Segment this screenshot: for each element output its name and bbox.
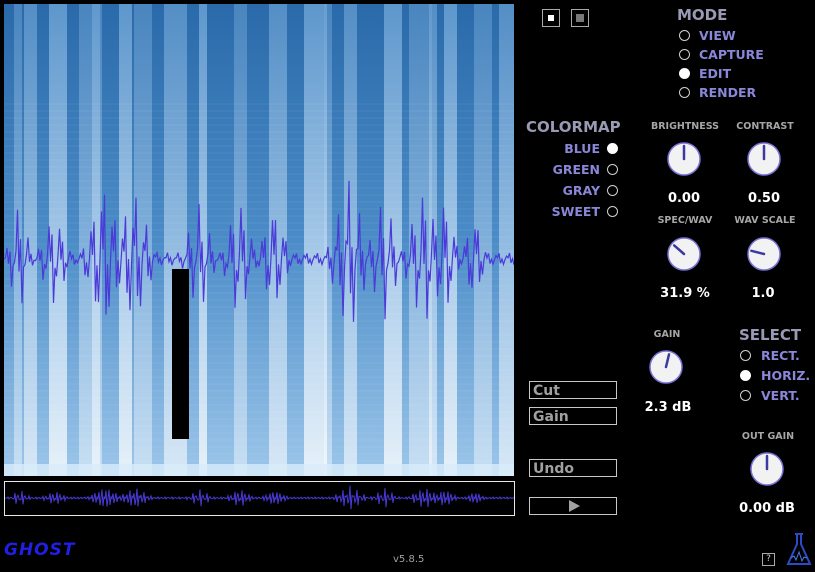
cut-button[interactable]: Cut (529, 381, 617, 399)
brightness-label: BRIGHTNESS (650, 121, 720, 132)
play-icon (569, 500, 580, 512)
wav-scale-knob[interactable] (747, 237, 781, 271)
gain-knob[interactable] (649, 350, 683, 384)
spec-wav-knob[interactable] (667, 237, 701, 271)
play-button[interactable] (529, 497, 617, 515)
out-gain-value: 0.00 dB (739, 501, 795, 516)
select-radio-rect[interactable] (740, 350, 751, 361)
gain-label: GAIN (653, 329, 681, 340)
colormap-label-blue[interactable]: BLUE (564, 141, 600, 156)
view-toggle-b-button[interactable] (571, 9, 589, 27)
out-gain-knob[interactable] (750, 452, 784, 486)
wav-scale-label: WAV SCALE (734, 215, 796, 226)
colormap-radio-blue[interactable] (607, 143, 618, 154)
colormap-label-gray[interactable]: GRAY (563, 183, 600, 198)
select-radio-horiz[interactable] (740, 370, 751, 381)
mode-radio-render[interactable] (679, 87, 690, 98)
help-button[interactable]: ? (762, 553, 775, 566)
select-title: SELECT (739, 326, 802, 344)
mode-label-edit[interactable]: EDIT (699, 66, 731, 81)
spec-wav-value: 31.9 % (660, 286, 710, 301)
gain-value: 2.3 dB (644, 400, 692, 415)
view-toggle-a-button[interactable] (542, 9, 560, 27)
colormap-radio-gray[interactable] (607, 185, 618, 196)
flask-icon[interactable] (784, 530, 814, 572)
colormap-title: COLORMAP (526, 118, 621, 136)
mode-label-render[interactable]: RENDER (699, 85, 756, 100)
mode-radio-edit[interactable] (679, 68, 690, 79)
wav-scale-value: 1.0 (751, 286, 775, 301)
colormap-label-green[interactable]: GREEN (553, 162, 600, 177)
spectrogram-canvas (4, 4, 514, 476)
gain-button[interactable]: Gain (529, 407, 617, 425)
overview-waveform[interactable] (4, 481, 515, 516)
select-label-rect[interactable]: RECT. (761, 348, 800, 363)
colormap-label-sweet[interactable]: SWEET (552, 204, 600, 219)
brightness-value: 0.00 (667, 191, 701, 206)
mode-title: MODE (677, 6, 728, 24)
select-label-horiz[interactable]: HORIZ. (761, 368, 810, 383)
colormap-radio-sweet[interactable] (607, 206, 618, 217)
select-label-vert[interactable]: VERT. (761, 388, 800, 403)
mode-radio-view[interactable] (679, 30, 690, 41)
out-gain-label: OUT GAIN (741, 431, 795, 442)
mode-label-capture[interactable]: CAPTURE (699, 47, 764, 62)
ghost-logo: GHOST (4, 540, 76, 560)
mode-radio-capture[interactable] (679, 49, 690, 60)
undo-button[interactable]: Undo (529, 459, 617, 477)
version-label: v5.8.5 (393, 554, 425, 565)
contrast-value: 0.50 (747, 191, 781, 206)
spectrogram-view[interactable] (4, 4, 514, 476)
contrast-knob[interactable] (747, 142, 781, 176)
select-radio-vert[interactable] (740, 390, 751, 401)
mode-label-view[interactable]: VIEW (699, 28, 736, 43)
brightness-knob[interactable] (667, 142, 701, 176)
spec-wav-label: SPEC/WAV (657, 215, 713, 226)
colormap-radio-green[interactable] (607, 164, 618, 175)
contrast-label: CONTRAST (736, 121, 794, 132)
